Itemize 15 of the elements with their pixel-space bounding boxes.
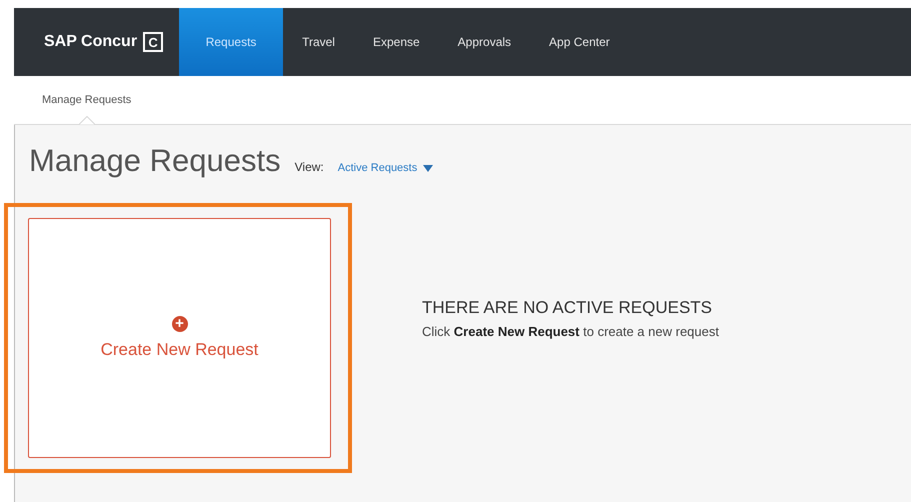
view-dropdown[interactable]: Active Requests bbox=[338, 162, 434, 174]
caret-icon bbox=[423, 164, 434, 172]
empty-state-heading: THERE ARE NO ACTIVE REQUESTS bbox=[422, 298, 714, 318]
create-request-card[interactable]: + Create New Request bbox=[28, 218, 331, 458]
page-title: Manage Requests bbox=[29, 143, 281, 179]
view-label: View: bbox=[294, 160, 324, 174]
logo-text: SAP Concur bbox=[44, 33, 138, 51]
plus-icon: + bbox=[172, 316, 188, 332]
nav-tab[interactable]: Travel bbox=[283, 8, 354, 76]
nav-tab[interactable]: Approvals bbox=[438, 8, 530, 76]
nav-tab[interactable]: Expense bbox=[354, 8, 439, 76]
empty-state-message: Click Create New Request to create a new request bbox=[422, 324, 719, 338]
subnav-link[interactable]: Manage Requests bbox=[42, 94, 132, 106]
nav-tab[interactable]: App Center bbox=[530, 8, 629, 76]
logo-mark: C bbox=[143, 32, 164, 52]
